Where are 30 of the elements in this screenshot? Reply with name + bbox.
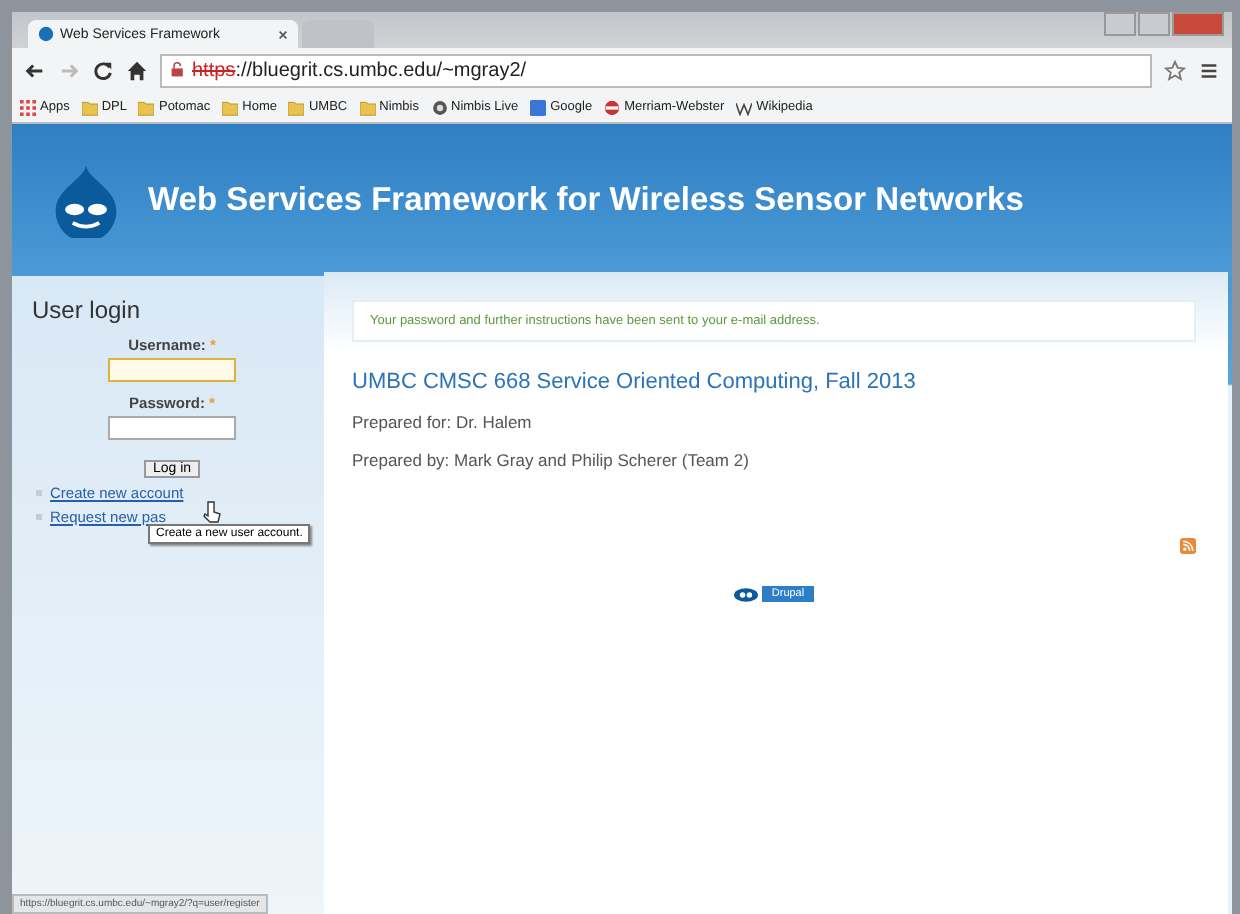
square-icon <box>530 99 547 115</box>
content-title[interactable]: UMBC CMSC 668 Service Oriented Computing, Fall 2013 <box>352 370 1196 394</box>
bullet-icon <box>36 490 42 496</box>
w-icon <box>736 99 753 115</box>
input-field[interactable] <box>108 416 236 440</box>
folder-icon <box>138 99 155 115</box>
content-text: Prepared for: Dr. Halem <box>352 412 534 432</box>
folder-icon <box>359 99 376 115</box>
input-field[interactable] <box>108 358 236 382</box>
site-title[interactable]: Web Services Framework for Wireless Sensor Networks <box>148 181 1024 219</box>
folder-icon <box>222 99 239 115</box>
close-icon[interactable] <box>278 29 288 39</box>
grid-icon <box>20 99 36 115</box>
back-icon[interactable] <box>24 59 46 81</box>
rss-feed-icon[interactable] <box>1180 538 1196 554</box>
home-icon[interactable] <box>126 59 148 81</box>
url-text: https://bluegrit.cs.umbc.edu/~mgray2/ <box>192 59 527 81</box>
reload-icon[interactable] <box>92 59 114 81</box>
window-controls[interactable] <box>1104 12 1224 36</box>
folder-icon <box>288 99 305 115</box>
menu-icon[interactable] <box>1198 59 1220 81</box>
pointer-cursor-icon <box>202 500 222 524</box>
login-heading: User login <box>32 296 143 324</box>
broken-lock-icon <box>170 62 186 78</box>
star-icon[interactable] <box>1164 59 1186 81</box>
circle-icon <box>604 99 621 115</box>
address-bar[interactable]: https://bluegrit.cs.umbc.edu/~mgray2/ <box>160 53 1152 87</box>
content-text: Prepared by: Mark Gray and Philip Scherer (Team 2) <box>352 450 751 470</box>
bullet-icon <box>36 514 42 520</box>
folder-icon <box>81 99 98 115</box>
